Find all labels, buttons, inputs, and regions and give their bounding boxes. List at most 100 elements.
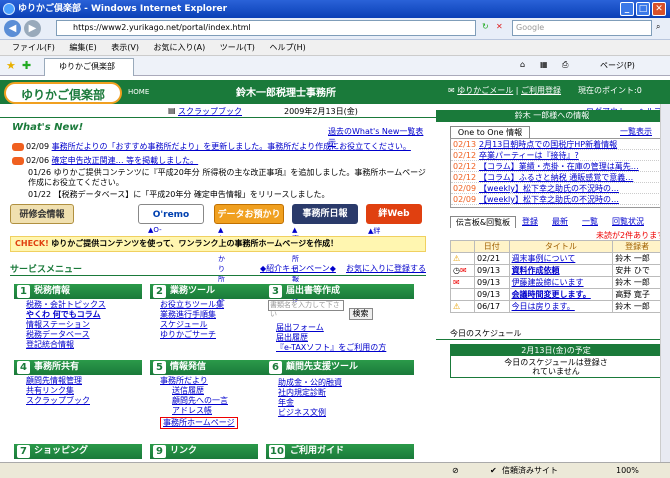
category-shopping[interactable]: 7 ショッピング — [14, 444, 142, 459]
list-item[interactable]: 02/09 【weekly】松下幸之助氏の不況時の… — [451, 194, 661, 205]
list-item[interactable]: 02/12 卒業パーティーは『接待』? — [451, 150, 661, 161]
bb-list-link[interactable]: 一覧 — [582, 216, 598, 227]
category-forms[interactable]: 3 届出書等作成 — [266, 284, 414, 299]
list-item[interactable]: 02/12 【コラム】ふるさと納税 通販感覚で意義… — [451, 172, 661, 183]
oremo-banner[interactable]: O'remo — [138, 204, 204, 224]
page-menu[interactable]: ページ(P) — [600, 60, 635, 71]
menu-link[interactable]: 顧問先情報管理 — [26, 376, 90, 386]
bb-latest-link[interactable]: 最新 — [552, 216, 568, 227]
menu-link[interactable]: 社内規定診断 — [278, 388, 342, 398]
print-icon[interactable]: ⎙ — [562, 60, 568, 70]
list-item[interactable]: 02/12 【コラム】業績・売掛・在庫の管理は萬先… — [451, 161, 661, 172]
address-input[interactable]: https://www2.yurikago.net/portal/index.h… — [56, 20, 476, 36]
menu-link[interactable]: 送信履歴 — [172, 386, 238, 396]
category-tax-info[interactable]: 1 税務情報 — [14, 284, 142, 299]
trusted-site-icon: ✔ — [490, 466, 497, 475]
list-item[interactable]: 02/09 【weekly】松下幸之助氏の不況時の… — [451, 183, 661, 194]
mail-link[interactable]: ゆりかごメール — [457, 86, 513, 95]
category-office-share[interactable]: 4 事務所共有 — [14, 360, 142, 375]
menu-link[interactable]: 税務・会計トピックス — [26, 300, 106, 310]
daily-report-banner[interactable]: 事務所日報 — [292, 204, 358, 224]
status-bar: ⊘ ✔ 信頼済みサイト 100% — [0, 462, 670, 478]
menu-link[interactable]: ビジネス文例 — [278, 408, 342, 418]
menu-link[interactable]: やくわ 何でもコラム — [26, 310, 106, 320]
table-row[interactable]: 09/13 会議時間変更します。 高野 寛子 — [450, 288, 662, 301]
tab-bulletin-board[interactable]: 伝言板&回覧板 — [450, 216, 516, 228]
category-links[interactable]: 9 リンク — [150, 444, 258, 459]
menu-link[interactable]: スクラップブック — [26, 396, 90, 406]
mail-icon: ✉ — [453, 278, 460, 287]
menu-link[interactable]: 届出フォーム — [276, 323, 386, 333]
close-button[interactable]: ✕ — [652, 2, 666, 16]
menu-link[interactable]: 登記統合情報 — [26, 340, 106, 350]
home-icon[interactable]: ⌂ — [520, 60, 525, 69]
tab-yurikago[interactable]: ゆりかご倶楽部 — [44, 58, 134, 76]
usage-link[interactable]: ご利用登録 — [521, 86, 561, 95]
security-icon: ⊘ — [452, 466, 459, 475]
site-logo[interactable]: ゆりかご倶楽部 — [4, 82, 122, 104]
scrapbook-link[interactable]: スクラップブック — [178, 106, 242, 117]
category-guide[interactable]: 10 ご利用ガイド — [266, 444, 414, 459]
form-search-button[interactable]: 検索 — [348, 308, 373, 320]
refresh-icon[interactable]: ↻ — [482, 22, 489, 31]
menu-link[interactable]: お役立ちツール集 — [160, 300, 224, 310]
forward-icon[interactable]: ▶ — [24, 20, 41, 37]
add-favorite-icon[interactable]: ✚ — [22, 59, 31, 72]
category-client-support[interactable]: 6 顧問先支援ツール — [266, 360, 414, 375]
feeds-icon[interactable]: ▦ — [540, 60, 548, 69]
minimize-button[interactable]: _ — [620, 2, 634, 16]
kizuna-web-banner[interactable]: 絆Web — [366, 204, 422, 224]
category-tools[interactable]: 2 業務ツール — [150, 284, 278, 299]
category-publish[interactable]: 5 情報発信 — [150, 360, 278, 375]
form-search-input[interactable]: 書類名を入力して下さい — [268, 300, 344, 318]
menu-view[interactable]: 表示(V) — [111, 43, 139, 52]
back-icon[interactable]: ◀ — [4, 20, 21, 37]
table-row[interactable]: ✉ 09/13 伊藤建設締にいます 鈴木 一郎 — [450, 276, 662, 289]
search-icon[interactable]: ⌕ — [656, 22, 660, 32]
menu-file[interactable]: ファイル(F) — [12, 43, 55, 52]
table-row[interactable]: ⚠ 06/17 今日は房ります。 鈴木 一郎 — [450, 300, 662, 313]
vertical-scrollbar[interactable] — [660, 104, 670, 462]
menu-link[interactable]: 届出履歴 — [276, 333, 386, 343]
right-panel: 鈴木 一郎様への情報 One to One 情報 一覧表示 02/13 2月13日… — [436, 110, 668, 460]
office-homepage-link[interactable]: 事務所ホームページ — [160, 417, 238, 429]
add-favorite-link[interactable]: お気に入りに登録する — [346, 263, 426, 274]
menu-link[interactable]: 顧問先への一言 — [172, 396, 238, 406]
menu-link[interactable]: 税務データベース — [26, 330, 106, 340]
menu-link[interactable]: 業務進行手順集 — [160, 310, 224, 320]
menu-link[interactable]: 事務所だより — [160, 376, 238, 386]
menu-help[interactable]: ヘルプ(H) — [269, 43, 305, 52]
oto-list-link[interactable]: 一覧表示 — [620, 126, 652, 137]
data-storage-banner[interactable]: データお預かり所 — [214, 204, 284, 240]
news-text: ゆりかご提供コンテンツに『平成20年分 所得税の主な改正事項』を追加しました。事… — [28, 168, 426, 187]
bb-register-link[interactable]: 登録 — [522, 216, 538, 227]
list-item[interactable]: 02/13 2月13日朝時点での国税庁HP新着情報 — [451, 139, 661, 150]
table-row[interactable]: ◷✉ 09/13 資料作成依頼 安井 ひで — [450, 264, 662, 277]
maximize-button[interactable]: □ — [636, 2, 650, 16]
menu-link[interactable]: 『e-TAXソフト』をご利用の方 — [276, 343, 386, 353]
zoom-level[interactable]: 100% — [616, 463, 639, 478]
menu-link[interactable]: 情報ステーション — [26, 320, 106, 330]
news-text[interactable]: 確定申告改正関連… 等を掲載しました。 — [52, 156, 199, 165]
menu-link[interactable]: 助成金・公的融資 — [278, 378, 342, 388]
seminar-banner[interactable]: 研修会情報 — [10, 204, 74, 224]
home-link[interactable]: HOME — [128, 88, 149, 96]
menu-link[interactable]: 年金 — [278, 398, 342, 408]
campaign-link[interactable]: ◆紹介キャンペーン◆ — [260, 263, 336, 274]
news-text[interactable]: 事務所だよりの「おすすめ事務所だより」を更新しました。事務所だより作成にお役立て… — [52, 142, 411, 151]
tab-one-to-one[interactable]: One to One 情報 — [450, 126, 530, 138]
menu-favorites[interactable]: お気に入り(A) — [154, 43, 206, 52]
menu-edit[interactable]: 編集(E) — [69, 43, 96, 52]
search-input[interactable]: Google — [512, 20, 652, 36]
favorites-star-icon[interactable]: ★ — [6, 59, 16, 72]
news-item: 02/09 事務所だよりの「おすすめ事務所だより」を更新しました。事務所だより作… — [12, 142, 428, 152]
menu-link[interactable]: ゆりかごサーチ — [160, 330, 224, 340]
menu-link[interactable]: 共有リンク集 — [26, 386, 90, 396]
menu-link[interactable]: アドレス帳 — [172, 406, 238, 416]
menu-link[interactable]: スケジュール — [160, 320, 224, 330]
menu-tools[interactable]: ツール(T) — [220, 43, 255, 52]
stop-icon[interactable]: ✕ — [496, 22, 503, 31]
check-banner[interactable]: CHECK! ゆりかご提供コンテンツを使って、ワンランク上の事務所ホームページを… — [10, 236, 426, 252]
bb-circulation-link[interactable]: 回覧状況 — [612, 216, 644, 227]
table-row[interactable]: ⚠ 02/21 週末事例について 鈴木 一郎 — [450, 252, 662, 265]
